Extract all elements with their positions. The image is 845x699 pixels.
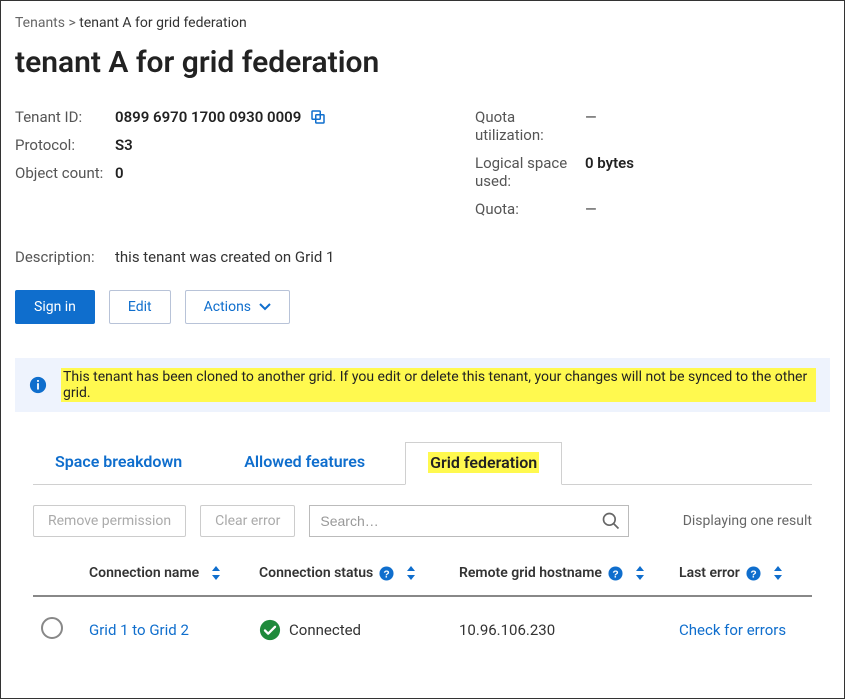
chevron-down-icon bbox=[259, 299, 271, 315]
connection-name-link[interactable]: Grid 1 to Grid 2 bbox=[89, 621, 189, 639]
actions-label: Actions bbox=[204, 299, 251, 315]
search-input[interactable] bbox=[309, 505, 629, 537]
clear-error-button: Clear error bbox=[200, 505, 295, 537]
sort-icon[interactable] bbox=[211, 566, 223, 580]
th-remote-hostname[interactable]: Remote grid hostname bbox=[459, 565, 602, 581]
quota-label: Quota: bbox=[475, 200, 585, 218]
sign-in-button[interactable]: Sign in bbox=[15, 290, 95, 324]
tabs: Space breakdown Allowed features Grid fe… bbox=[33, 442, 812, 485]
table-row: Grid 1 to Grid 2 Connected 10.96.106.230… bbox=[33, 596, 812, 643]
tab-grid-federation[interactable]: Grid federation bbox=[405, 442, 562, 485]
tab-allowed-features[interactable]: Allowed features bbox=[222, 442, 387, 484]
tenant-id-label: Tenant ID: bbox=[15, 108, 115, 126]
tab-features-label: Allowed features bbox=[244, 452, 365, 471]
breadcrumb-current: tenant A for grid federation bbox=[79, 15, 246, 31]
help-icon[interactable]: ? bbox=[746, 566, 761, 581]
quota-util-label: Quota utilization: bbox=[475, 108, 585, 144]
logical-used-value: 0 bytes bbox=[585, 154, 634, 190]
copy-icon[interactable] bbox=[309, 108, 327, 126]
object-count-label: Object count: bbox=[15, 164, 115, 182]
breadcrumb-sep: > bbox=[68, 15, 75, 31]
tab-federation-label: Grid federation bbox=[428, 452, 539, 473]
breadcrumb-root[interactable]: Tenants bbox=[15, 15, 65, 31]
tenant-id-value: 0899 6970 1700 0930 0009 bbox=[115, 108, 301, 126]
row-select-radio[interactable] bbox=[41, 617, 63, 639]
help-icon[interactable]: ? bbox=[379, 566, 394, 581]
svg-text:?: ? bbox=[750, 569, 756, 580]
tab-space-label: Space breakdown bbox=[55, 452, 182, 471]
protocol-value: S3 bbox=[115, 136, 133, 154]
result-count: Displaying one result bbox=[683, 513, 812, 529]
breadcrumb: Tenants > tenant A for grid federation bbox=[15, 15, 830, 31]
check-circle-icon bbox=[259, 619, 281, 641]
check-for-errors-link[interactable]: Check for errors bbox=[679, 621, 786, 639]
svg-text:?: ? bbox=[384, 569, 390, 580]
page-title: tenant A for grid federation bbox=[15, 45, 830, 80]
th-connection-name[interactable]: Connection name bbox=[89, 565, 199, 581]
tab-space-breakdown[interactable]: Space breakdown bbox=[33, 442, 204, 484]
description-value: this tenant was created on Grid 1 bbox=[115, 248, 334, 266]
th-connection-status[interactable]: Connection status bbox=[259, 565, 373, 581]
sort-icon[interactable] bbox=[406, 566, 418, 580]
edit-button[interactable]: Edit bbox=[109, 290, 171, 324]
help-icon[interactable]: ? bbox=[608, 566, 623, 581]
svg-text:?: ? bbox=[612, 569, 618, 580]
remote-hostname-value: 10.96.106.230 bbox=[459, 621, 555, 639]
banner-message: This tenant has been cloned to another g… bbox=[61, 368, 816, 402]
sort-icon[interactable] bbox=[773, 566, 785, 580]
actions-dropdown[interactable]: Actions bbox=[185, 290, 290, 324]
connections-table: Connection name Connection status ? bbox=[33, 551, 812, 643]
search-icon[interactable] bbox=[601, 511, 621, 531]
remove-permission-button: Remove permission bbox=[33, 505, 186, 537]
quota-util-value: — bbox=[585, 108, 597, 144]
protocol-label: Protocol: bbox=[15, 136, 115, 154]
th-last-error[interactable]: Last error bbox=[679, 565, 740, 581]
info-banner: This tenant has been cloned to another g… bbox=[15, 358, 830, 412]
connection-status-value: Connected bbox=[289, 621, 361, 639]
object-count-value: 0 bbox=[115, 164, 124, 182]
description-label: Description: bbox=[15, 248, 115, 266]
sort-icon[interactable] bbox=[635, 566, 647, 580]
quota-value: — bbox=[585, 200, 597, 218]
info-icon bbox=[29, 376, 47, 394]
logical-used-label: Logical space used: bbox=[475, 154, 585, 190]
